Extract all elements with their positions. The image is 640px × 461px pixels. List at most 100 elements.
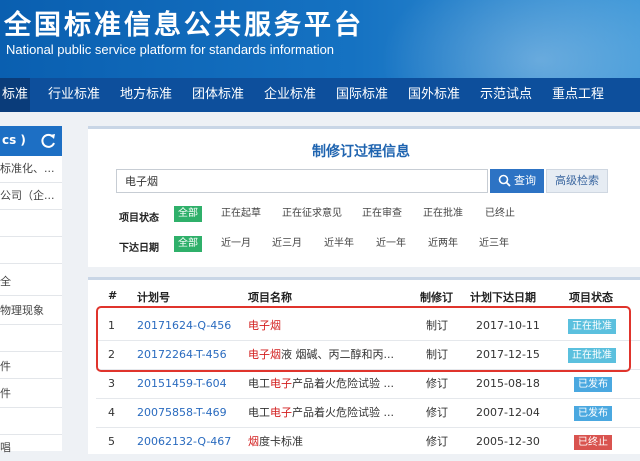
sidebar-item[interactable]: 公司（企...: [0, 183, 62, 210]
project-name-link[interactable]: 电工电子产品着火危险试验 ...: [248, 399, 398, 427]
status-filter-terminated[interactable]: 已终止: [485, 206, 515, 222]
table-row[interactable]: 5 20062132-Q-467 烟度卡标准 修订 2005-12-30 已终止: [96, 428, 640, 456]
issue-date: 2017-10-11: [476, 319, 540, 332]
issue-date: 2005-12-30: [476, 435, 540, 448]
issue-date: 2015-08-18: [476, 377, 540, 390]
sidebar-item[interactable]: 物理现象: [0, 298, 62, 325]
sidebar-item[interactable]: 件: [0, 354, 62, 380]
status-filter-all[interactable]: 全部: [174, 206, 202, 222]
table-row[interactable]: 4 20075858-T-469 电工电子产品着火危险试验 ... 修订 200…: [96, 399, 640, 428]
project-name-link[interactable]: 电子烟液 烟碱、丙二醇和丙...: [248, 341, 398, 369]
date-filter-all[interactable]: 全部: [174, 236, 202, 252]
plan-number-link[interactable]: 20151459-T-604: [137, 370, 227, 398]
nav-item-local-standards[interactable]: 地方标准: [110, 78, 182, 112]
table-row[interactable]: 1 20171624-Q-456 电子烟 制订 2017-10-11 正在批准: [96, 312, 640, 341]
sidebar-item[interactable]: [0, 408, 62, 435]
row-index: 1: [108, 319, 115, 332]
sidebar-header: cs ): [0, 126, 62, 156]
column-header-type: 制修订: [420, 291, 453, 304]
advanced-search-button[interactable]: 高级检索: [546, 169, 608, 193]
row-index: 3: [108, 377, 115, 390]
sidebar-item[interactable]: 唱: [0, 435, 62, 461]
nav-item-key-projects[interactable]: 重点工程: [542, 78, 614, 112]
project-name-link[interactable]: 电子烟: [248, 312, 398, 340]
site-banner: 全国标准信息公共服务平台 National public service pla…: [0, 0, 640, 78]
status-filter-reviewing[interactable]: 正在审查: [362, 206, 402, 222]
refresh-icon[interactable]: [39, 132, 57, 150]
date-filter-half-year[interactable]: 近半年: [324, 236, 354, 252]
status-badge: 正在批准: [568, 319, 616, 334]
project-name-highlight: 电子烟: [248, 319, 281, 332]
date-filter-1-year[interactable]: 近一年: [376, 236, 406, 252]
search-icon: [498, 174, 511, 187]
project-name-highlight: 电子烟: [248, 348, 281, 361]
sidebar-item[interactable]: [0, 210, 62, 237]
status-badge: 已发布: [574, 377, 612, 392]
banner-glow: [380, 0, 640, 78]
plan-number-link[interactable]: 20172264-T-456: [137, 341, 227, 369]
column-header-index: #: [108, 289, 118, 302]
project-name-highlight: 电子: [270, 406, 292, 419]
project-name-text: 电工: [248, 377, 270, 390]
column-header-project-name: 项目名称: [248, 291, 292, 304]
status-filter-label: 项目状态: [119, 213, 159, 224]
left-sidebar: cs ) 标准化、... 公司（企... 全 物理现象 件 件 唱: [0, 126, 62, 454]
search-button-label: 查询: [514, 174, 536, 187]
date-filter-2-years[interactable]: 近两年: [428, 236, 458, 252]
revision-type: 制订: [426, 348, 448, 361]
issue-date: 2017-12-15: [476, 348, 540, 361]
plan-number-link[interactable]: 20171624-Q-456: [137, 312, 231, 340]
project-name-link[interactable]: 烟度卡标准: [248, 428, 398, 456]
plan-number-link[interactable]: 20062132-Q-467: [137, 428, 231, 456]
revision-type: 修订: [426, 406, 448, 419]
row-index: 2: [108, 348, 115, 361]
revision-type: 修订: [426, 435, 448, 448]
row-index: 5: [108, 435, 115, 448]
column-header-issue-date: 计划下达日期: [470, 291, 536, 304]
column-header-plan-number: 计划号: [137, 291, 170, 304]
project-name-highlight: 电子: [270, 377, 292, 390]
search-button[interactable]: 查询: [490, 169, 544, 193]
project-name-text: 产品着火危险试验 ...: [292, 377, 394, 390]
plan-number-link[interactable]: 20075858-T-469: [137, 399, 227, 427]
project-name-link[interactable]: 电工电子产品着火危险试验 ...: [248, 370, 398, 398]
table-row[interactable]: 3 20151459-T-604 电工电子产品着火危险试验 ... 修订 201…: [96, 370, 640, 399]
row-index: 4: [108, 406, 115, 419]
nav-item-foreign-standards[interactable]: 国外标准: [398, 78, 470, 112]
issue-date: 2007-12-04: [476, 406, 540, 419]
sidebar-item[interactable]: [0, 325, 62, 352]
project-name-text: 度卡标准: [259, 435, 303, 448]
status-badge: 已发布: [574, 406, 612, 421]
sidebar-item[interactable]: 标准化、...: [0, 156, 62, 183]
column-header-status: 项目状态: [569, 291, 613, 304]
project-name-text: 电工: [248, 406, 270, 419]
nav-item-group-standards[interactable]: 团体标准: [182, 78, 254, 112]
sidebar-item[interactable]: 件: [0, 381, 62, 408]
date-filter-label: 下达日期: [119, 243, 159, 254]
status-filter-drafting[interactable]: 正在起草: [221, 206, 261, 222]
project-name-text: 液 烟碱、丙二醇和丙...: [281, 348, 394, 361]
sidebar-item[interactable]: [0, 237, 62, 264]
status-filter-soliciting[interactable]: 正在征求意见: [282, 206, 342, 222]
panel-title: 制修订过程信息: [312, 144, 410, 160]
date-filter-1-month[interactable]: 近一月: [221, 236, 251, 252]
sidebar-item[interactable]: 全: [0, 269, 62, 296]
status-badge: 已终止: [574, 435, 612, 450]
date-filter-3-years[interactable]: 近三年: [479, 236, 509, 252]
status-filter-approving[interactable]: 正在批准: [423, 206, 463, 222]
search-input[interactable]: [116, 169, 488, 193]
revision-type: 修订: [426, 377, 448, 390]
status-badge: 正在批准: [568, 348, 616, 363]
table-row[interactable]: 2 20172264-T-456 电子烟液 烟碱、丙二醇和丙... 制订 201…: [96, 341, 640, 370]
project-name-highlight: 烟: [248, 435, 259, 448]
revision-type: 制订: [426, 319, 448, 332]
nav-item-demo-pilots[interactable]: 示范试点: [470, 78, 542, 112]
nav-item-national-standards[interactable]: 标准: [0, 78, 30, 112]
nav-item-international-standards[interactable]: 国际标准: [326, 78, 398, 112]
project-name-text: 产品着火危险试验 ...: [292, 406, 394, 419]
site-title-en: National public service platform for sta…: [6, 42, 335, 57]
nav-item-enterprise-standards[interactable]: 企业标准: [254, 78, 326, 112]
nav-item-industry-standards[interactable]: 行业标准: [38, 78, 110, 112]
date-filter-3-months[interactable]: 近三月: [272, 236, 302, 252]
site-title-cn: 全国标准信息公共服务平台: [4, 10, 364, 41]
